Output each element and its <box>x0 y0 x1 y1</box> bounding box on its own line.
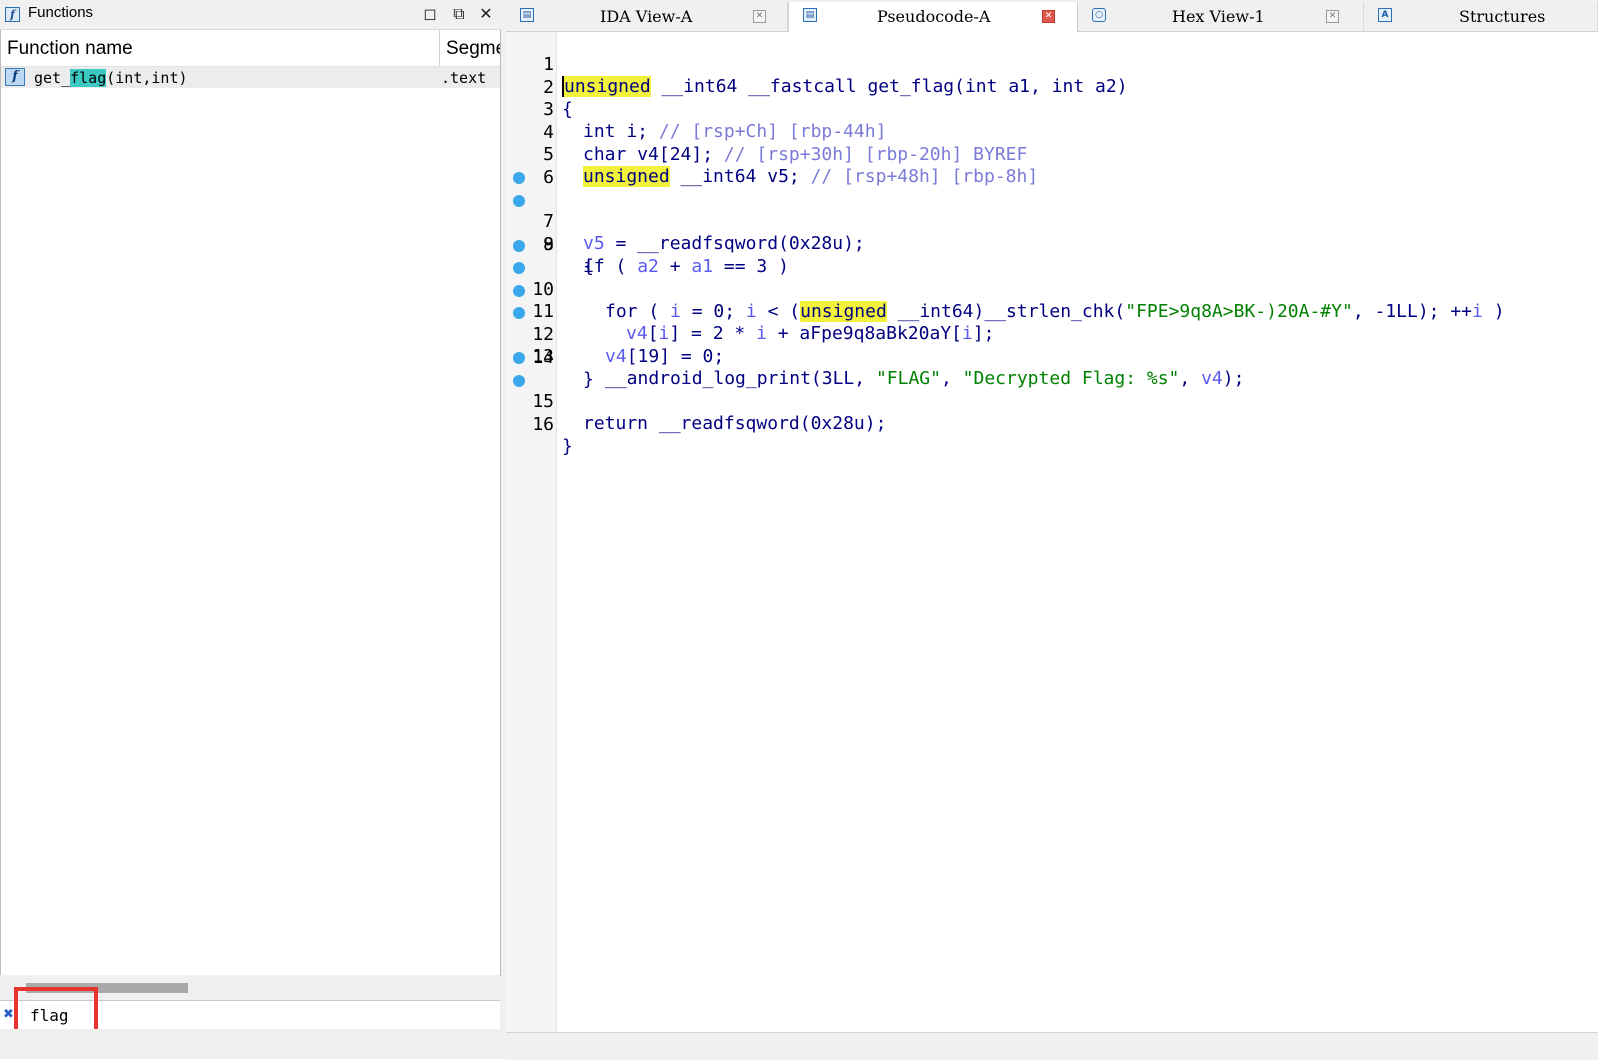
code-text: } <box>562 435 573 457</box>
column-header-function-name[interactable]: Function name <box>7 38 133 60</box>
breakpoint-dot[interactable] <box>513 239 525 252</box>
editor-status-bar <box>506 1032 1598 1060</box>
code-line[interactable]: 3 int i; // [rsp+Ch] [rbp-44h] <box>506 77 1598 142</box>
breakpoint-dot[interactable] <box>513 307 525 319</box>
tab-label: Pseudocode-A <box>877 7 991 26</box>
code-line[interactable]: 14 } <box>506 325 1598 390</box>
filter-highlight-box <box>14 987 98 1035</box>
code-line[interactable]: 8 if ( a2 + a1 == 3 ) <box>506 190 1598 277</box>
code-line[interactable]: 2 { <box>506 55 1598 120</box>
pseudocode-editor[interactable]: 1 unsigned __int64 __fastcall get_flag(i… <box>506 32 1598 1032</box>
function-row[interactable]: f get_flag(int,int) .text <box>1 67 500 88</box>
code-line[interactable]: 10 for ( i = 0; i < (unsigned __int64)__… <box>506 235 1598 322</box>
function-name: get_flag(int,int) <box>34 69 188 87</box>
search-match-highlight: flag <box>70 69 107 87</box>
breakpoint-dot[interactable] <box>513 284 525 297</box>
tab-label: Hex View-1 <box>1172 7 1265 26</box>
close-tab-icon[interactable]: ✕ <box>753 10 766 23</box>
tab-label: Structures <box>1459 7 1546 26</box>
function-icon: f <box>5 7 20 22</box>
breakpoint-dot[interactable] <box>513 172 525 184</box>
line-number: 16 <box>532 413 554 435</box>
close-filter-icon[interactable]: ✖ <box>3 1007 14 1022</box>
breakpoint-dot[interactable] <box>513 262 525 274</box>
functions-title: Functions <box>28 4 94 21</box>
column-header-segment[interactable]: Segme <box>439 30 500 66</box>
close-icon[interactable]: ✕ <box>476 4 496 24</box>
breakpoint-dot[interactable] <box>513 374 525 387</box>
code-line[interactable]: 16 } <box>506 370 1598 457</box>
code-line[interactable]: 6 <box>506 145 1598 188</box>
tab-ida-view-a[interactable]: ▤ IDA View-A ✕ <box>506 2 788 31</box>
code-text: return __readfsqword(0x28u); <box>583 413 887 434</box>
status-strip <box>0 1029 501 1059</box>
tab-bar: ▤ IDA View-A ✕ ▤ Pseudocode-A ✕ ○ Hex Vi… <box>506 0 1598 32</box>
function-segment: .text <box>441 69 487 87</box>
hex-view-icon: ○ <box>1092 8 1106 22</box>
tab-pseudocode-a[interactable]: ▤ Pseudocode-A ✕ <box>788 2 1078 32</box>
ida-view-icon: ▤ <box>520 8 534 22</box>
functions-panel: f Functions ◻ ⧉ ✕ Function name Segme f … <box>0 0 501 1059</box>
code-line[interactable]: 4 char v4[24]; // [rsp+30h] [rbp-20h] BY… <box>506 100 1598 165</box>
functions-list[interactable]: Function name Segme f get_flag(int,int) … <box>0 30 501 976</box>
tab-hex-view-1[interactable]: ○ Hex View-1 ✕ <box>1078 2 1364 31</box>
code-line[interactable]: 11 v4[i] = 2 * i + aFpe9q8aBk20aY[i]; <box>506 257 1598 344</box>
code-line[interactable]: 7 v5 = __readfsqword(0x28u); <box>506 167 1598 254</box>
breakpoint-dot[interactable] <box>513 194 525 207</box>
structures-icon: A <box>1378 8 1392 22</box>
code-line[interactable]: 15 return __readfsqword(0x28u); <box>506 347 1598 434</box>
code-line[interactable]: 9 { <box>506 212 1598 277</box>
code-line[interactable]: 13 __android_log_print(3LL, "FLAG", "Dec… <box>506 302 1598 389</box>
code-line[interactable]: 1 unsigned __int64 __fastcall get_flag(i… <box>506 32 1598 97</box>
close-tab-icon[interactable]: ✕ <box>1042 10 1055 23</box>
maximize-icon[interactable]: ◻ <box>420 4 440 24</box>
breakpoint-dot[interactable] <box>513 352 525 364</box>
close-tab-icon[interactable]: ✕ <box>1326 10 1339 23</box>
function-icon: f <box>5 68 25 86</box>
restore-icon[interactable]: ⧉ <box>449 4 469 24</box>
pseudocode-icon: ▤ <box>803 8 817 22</box>
code-line[interactable]: 5 unsigned __int64 v5; // [rsp+48h] [rbp… <box>506 122 1598 187</box>
tab-structures[interactable]: A Structures <box>1364 2 1598 31</box>
functions-header: Function name Segme <box>1 30 500 67</box>
tab-label: IDA View-A <box>600 7 693 26</box>
code-line[interactable]: 12 v4[19] = 0; <box>506 280 1598 367</box>
functions-titlebar[interactable]: f Functions ◻ ⧉ ✕ <box>0 0 501 30</box>
